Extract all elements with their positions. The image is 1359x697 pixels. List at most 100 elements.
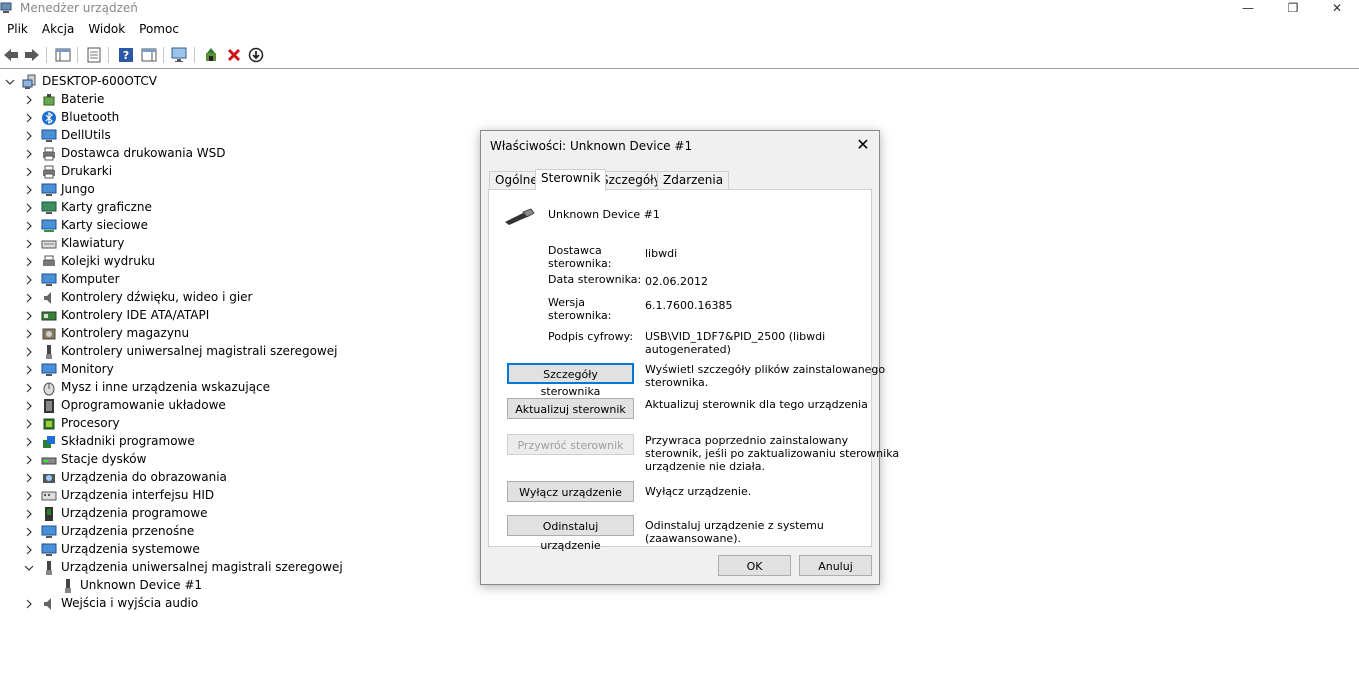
chevron-right-icon[interactable] [24, 379, 34, 397]
update-driver-icon[interactable] [202, 46, 220, 64]
dialog-close-icon[interactable]: ✕ [855, 137, 871, 153]
tree-item-label: Urządzenia przenośne [61, 524, 195, 538]
tree-item-label: Bluetooth [61, 110, 120, 124]
tree-item-label: Oprogramowanie układowe [61, 398, 226, 412]
tree-item-label: Karty sieciowe [61, 218, 149, 232]
chevron-right-icon[interactable] [24, 199, 34, 217]
update-driver-button[interactable]: Aktualizuj sterownik [507, 398, 634, 419]
jungo-icon [41, 183, 57, 196]
chevron-right-icon[interactable] [24, 163, 34, 181]
chevron-right-icon[interactable] [24, 289, 34, 307]
ide-controllers-icon [41, 311, 57, 321]
imaging-devices-icon [43, 474, 55, 483]
wsd-print-provider-icon [43, 147, 55, 161]
version-value: 6.1.7600.16385 [645, 299, 733, 312]
driver-details-button[interactable]: Szczegóły sterownika [507, 363, 634, 398]
firmware-icon [44, 399, 54, 413]
chevron-right-icon[interactable] [24, 523, 34, 541]
chevron-right-icon[interactable] [24, 595, 34, 613]
tree-root-label: DESKTOP-600OTCV [42, 74, 158, 88]
usb-devices-icon [46, 561, 52, 575]
tree-item-label: Kontrolery dźwięku, wideo i gier [61, 290, 253, 304]
version-label: Wersja sterownika: [548, 296, 612, 322]
computer-root-icon [22, 74, 36, 89]
tree-item-label: Wejścia i wyjścia audio [61, 596, 199, 610]
close-window-button[interactable]: ✕ [1314, 0, 1359, 18]
tree-item-label: Dostawca drukowania WSD [61, 146, 226, 160]
chevron-right-icon[interactable] [24, 487, 34, 505]
network-adapters-icon [41, 219, 57, 232]
chevron-right-icon[interactable] [24, 109, 34, 127]
chevron-down-icon[interactable] [5, 73, 15, 91]
tree-item-label: Monitory [61, 362, 114, 376]
menu-file[interactable]: Plik [0, 20, 35, 40]
chevron-right-icon[interactable] [24, 343, 34, 361]
chevron-right-icon[interactable] [24, 307, 34, 325]
tree-item-label: Karty graficzne [61, 200, 152, 214]
tree-item-label: Baterie [61, 92, 105, 106]
driver-panel: Unknown Device #1 Dostawca sterownika: l… [488, 189, 899, 552]
chevron-right-icon[interactable] [24, 451, 34, 469]
chevron-down-icon[interactable] [24, 559, 34, 577]
menu-view[interactable]: Widok [81, 20, 132, 40]
ok-button[interactable]: OK [718, 555, 791, 576]
system-devices-icon [41, 543, 57, 556]
chevron-right-icon[interactable] [24, 541, 34, 559]
device-name: Unknown Device #1 [548, 208, 660, 221]
storage-controllers-icon [42, 328, 56, 340]
chevron-right-icon[interactable] [24, 325, 34, 343]
chevron-right-icon[interactable] [24, 433, 34, 451]
help-icon[interactable]: ? [117, 46, 135, 64]
toolbar-separator [163, 47, 164, 63]
action-pane-icon[interactable] [140, 46, 158, 64]
tree-item-label: Komputer [61, 272, 120, 286]
scan-hardware-monitor-icon[interactable] [171, 46, 189, 64]
tree-item-label: DellUtils [61, 128, 111, 142]
chevron-right-icon[interactable] [24, 91, 34, 109]
battery-icon [43, 94, 55, 106]
bluetooth-icon [42, 111, 56, 125]
chevron-right-icon[interactable] [24, 253, 34, 271]
keyboards-icon [41, 240, 57, 249]
dialog-title: Właściwości: Unknown Device #1 [490, 139, 693, 153]
chevron-right-icon[interactable] [24, 361, 34, 379]
rollback-driver-button: Przywróć sterownik [507, 434, 634, 455]
minimize-button[interactable]: — [1225, 0, 1271, 18]
chevron-right-icon[interactable] [24, 505, 34, 523]
window-title: Menedżer urządzeń [20, 1, 138, 15]
chevron-right-icon[interactable] [24, 469, 34, 487]
chevron-right-icon[interactable] [24, 397, 34, 415]
chevron-right-icon[interactable] [24, 181, 34, 199]
menu-action[interactable]: Akcja [35, 20, 81, 40]
forward-arrow-icon[interactable] [23, 46, 41, 64]
chevron-right-icon[interactable] [24, 235, 34, 253]
tab-driver[interactable]: Sterownik [535, 169, 607, 190]
usb-device-icon [505, 208, 535, 225]
tree-item-label: Kontrolery uniwersalnej magistrali szere… [61, 344, 338, 358]
toolbar: ? [0, 43, 1359, 69]
chevron-right-icon[interactable] [24, 145, 34, 163]
toolbar-separator [108, 47, 109, 63]
print-queues-icon [43, 255, 55, 266]
tab-events[interactable]: Zdarzenia [657, 171, 730, 189]
back-arrow-icon[interactable] [2, 46, 20, 64]
mouse-icon [43, 382, 55, 396]
show-hide-console-tree-icon[interactable] [54, 46, 72, 64]
disable-device-icon[interactable] [247, 46, 265, 64]
provider-value: libwdi [645, 247, 678, 260]
menu-help[interactable]: Pomoc [132, 20, 186, 40]
uninstall-red-x-icon[interactable] [225, 46, 243, 64]
chevron-right-icon[interactable] [24, 127, 34, 145]
cancel-button[interactable]: Anuluj [799, 555, 872, 576]
tree-item-label: Stacje dysków [61, 452, 147, 466]
uninstall-device-button[interactable]: Odinstaluj urządzenie [507, 515, 634, 552]
chevron-right-icon[interactable] [24, 415, 34, 433]
disable-device-button[interactable]: Wyłącz urządzenie [507, 481, 634, 502]
maximize-button[interactable]: ❐ [1270, 0, 1316, 18]
properties-icon[interactable] [85, 46, 103, 64]
chevron-right-icon[interactable] [24, 217, 34, 235]
tree-item-label: Klawiatury [61, 236, 125, 250]
tree-item-label: Urządzenia systemowe [61, 542, 200, 556]
chevron-right-icon[interactable] [24, 271, 34, 289]
tree-item-label: Procesory [61, 416, 120, 430]
